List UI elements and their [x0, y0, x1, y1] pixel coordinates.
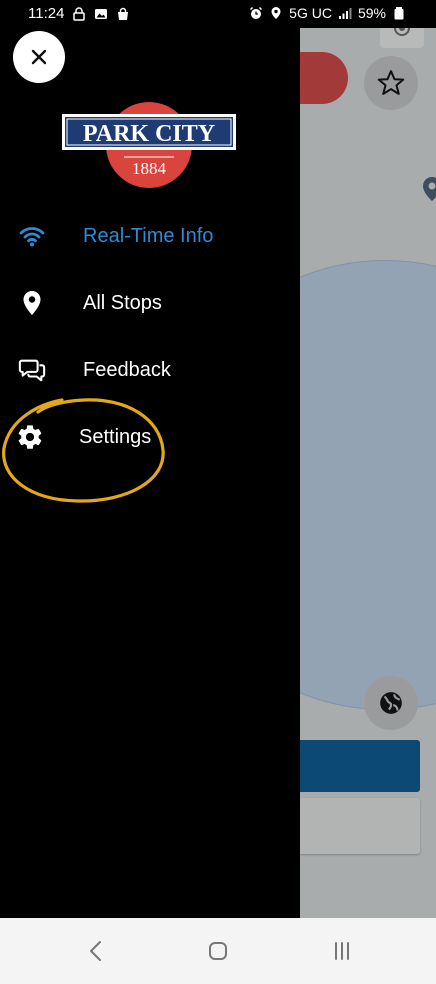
close-drawer-button[interactable] [13, 31, 65, 83]
battery-icon [394, 7, 404, 20]
gear-icon [16, 423, 44, 451]
status-bar: 11:24 5G UC 59% [0, 0, 436, 28]
park-city-logo: PARK CITY 1884 [62, 102, 236, 188]
map-marker-icon[interactable] [422, 176, 436, 202]
menu-label-settings: Settings [79, 425, 152, 448]
signal-icon [338, 8, 352, 19]
nav-back-button[interactable] [76, 936, 116, 966]
menu-item-settings[interactable]: Settings [0, 412, 300, 462]
service-area-circle [300, 260, 436, 710]
favorite-button[interactable] [364, 56, 418, 110]
shopping-bag-icon [118, 7, 129, 20]
battery-percent: 59% [357, 5, 386, 21]
alarm-icon [250, 6, 263, 19]
location-icon [271, 7, 281, 19]
menu-label-all-stops: All Stops [83, 291, 162, 314]
map-pin-icon [18, 289, 46, 317]
recents-icon [335, 942, 349, 960]
chat-bubbles-icon [18, 356, 46, 384]
menu-item-all-stops[interactable]: All Stops [0, 278, 300, 328]
system-navigation-bar [0, 918, 436, 984]
image-icon [95, 8, 108, 19]
menu-item-real-time-info[interactable]: Real-Time Info [0, 211, 300, 261]
globe-icon [380, 692, 402, 714]
status-time: 11:24 [28, 5, 65, 22]
wifi-icon [18, 222, 46, 250]
menu-label-real-time-info: Real-Time Info [83, 224, 214, 247]
globe-button[interactable] [364, 676, 418, 730]
back-chevron-icon [90, 941, 101, 961]
home-square-icon [209, 942, 227, 960]
nav-recents-button[interactable] [322, 936, 362, 966]
primary-action-button[interactable] [300, 740, 420, 792]
star-icon [377, 70, 405, 95]
logo-year: 1884 [132, 159, 167, 178]
crosshair-icon [394, 28, 410, 36]
close-icon [31, 49, 47, 65]
locate-button[interactable] [380, 28, 424, 48]
alert-banner[interactable] [300, 52, 348, 104]
lock-icon [73, 6, 86, 21]
info-card[interactable] [300, 798, 420, 854]
nav-home-button[interactable] [198, 936, 238, 966]
menu-label-feedback: Feedback [83, 358, 171, 381]
menu-item-feedback[interactable]: Feedback [0, 345, 300, 395]
network-type: 5G UC [289, 5, 332, 21]
map-view[interactable] [300, 28, 436, 918]
navigation-drawer: PARK CITY 1884 Real-Time Info All Stops [0, 28, 300, 918]
logo-wordmark: PARK CITY [83, 121, 215, 147]
